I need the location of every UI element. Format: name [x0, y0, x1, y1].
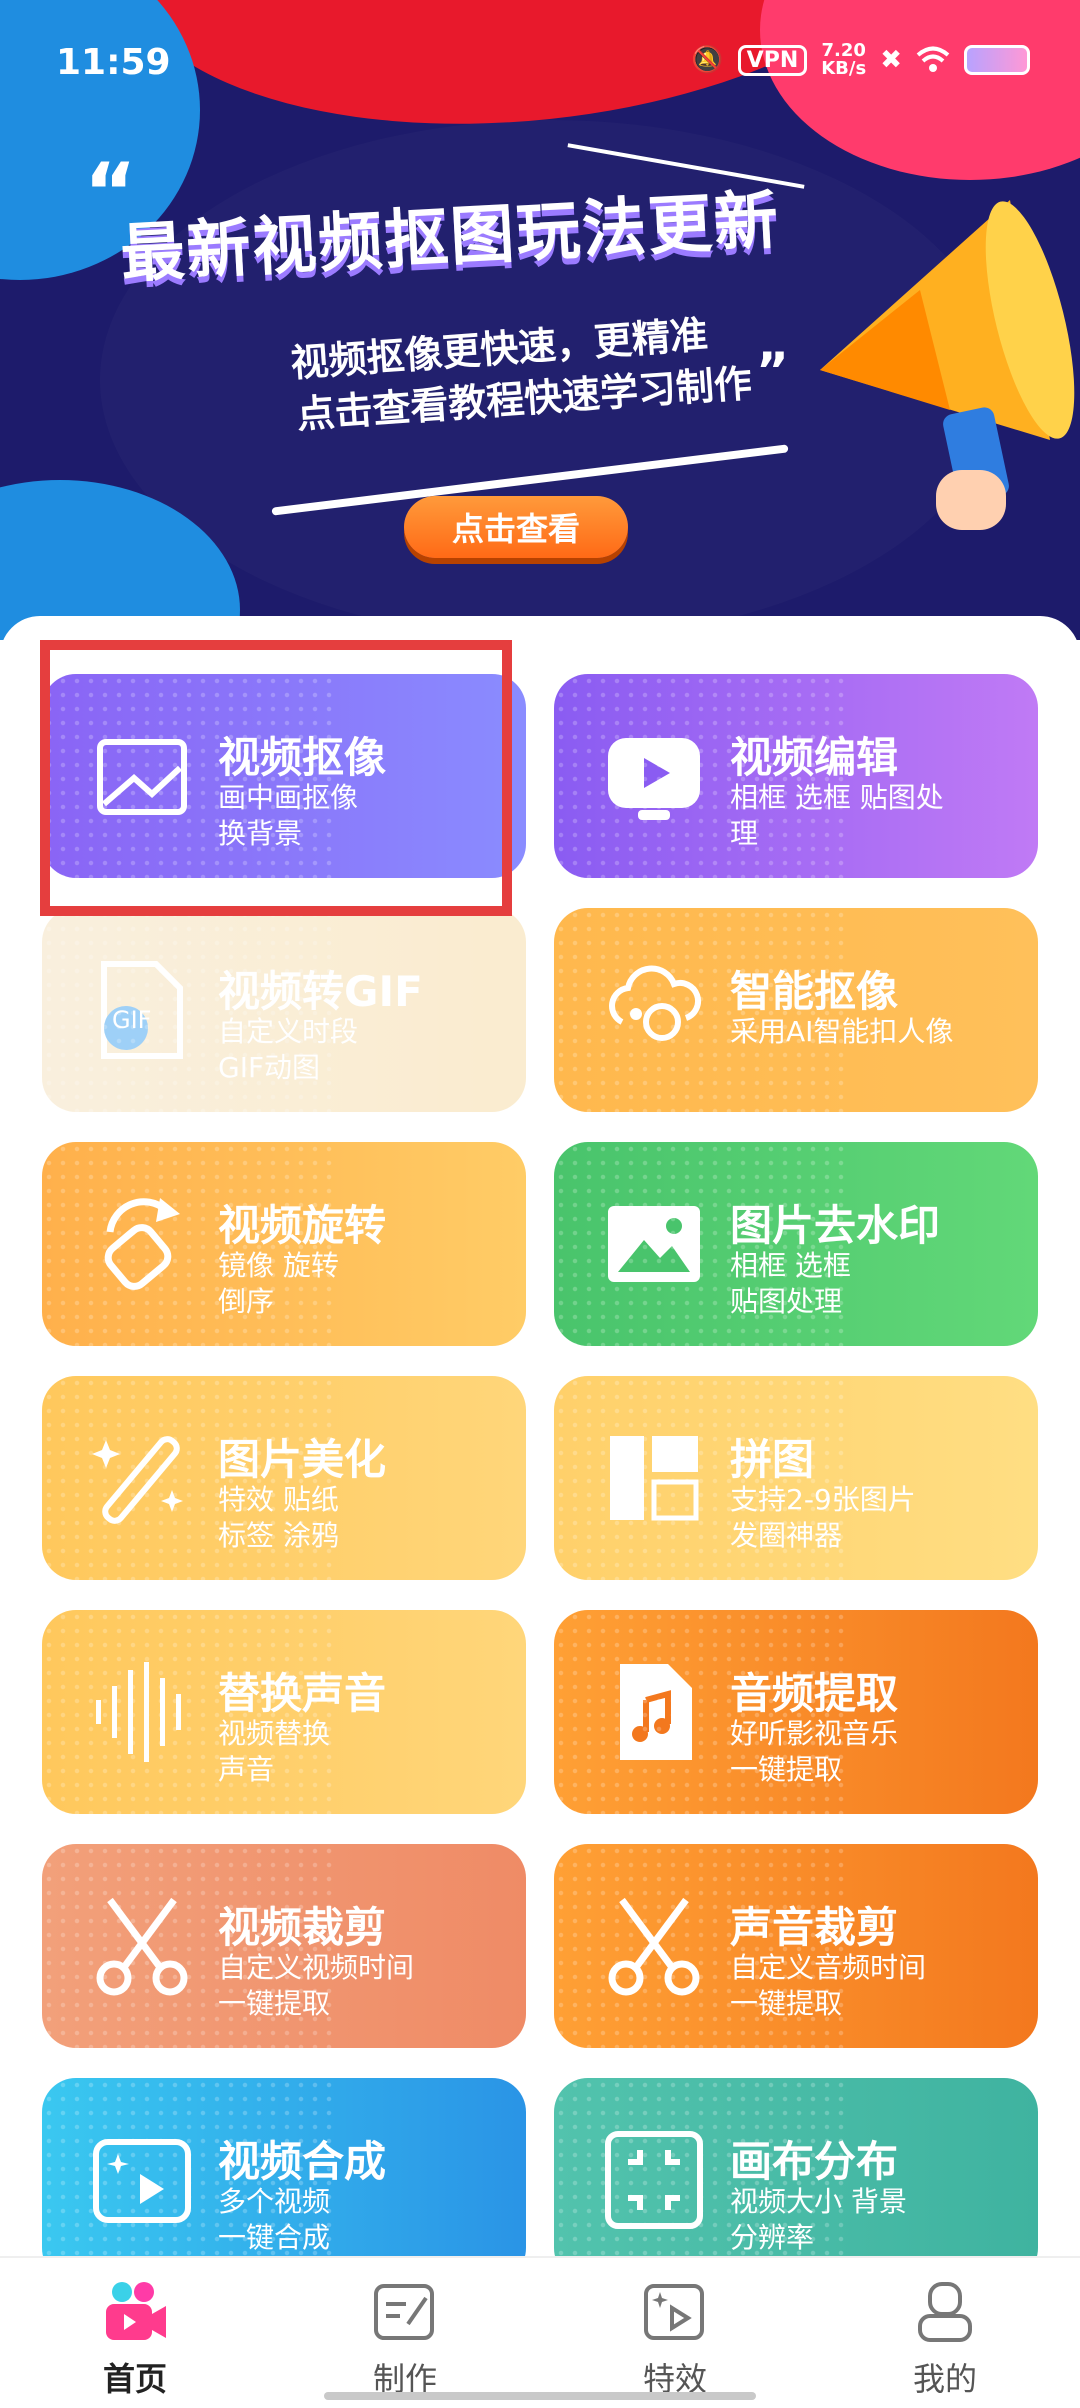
network-speed: 7.20 KB/s: [821, 42, 866, 78]
close-box-icon: ✖: [880, 45, 902, 75]
music-file-icon: [620, 1664, 692, 1760]
scissors-icon: [96, 1897, 188, 1996]
magic-wand-icon: [92, 1436, 183, 1524]
quote-mark-icon: ”: [756, 342, 789, 400]
feature-description: 好听影视音乐 一键提取: [730, 1717, 899, 1786]
feature-description: 镜像 旋转 倒序: [218, 1249, 339, 1318]
status-time: 11:59: [56, 42, 171, 83]
feature-description: 自定义视频时间 一键提取: [218, 1951, 415, 2020]
feature-title: 图片美化: [218, 1435, 387, 1484]
ai-portrait-icon: [609, 965, 701, 1041]
feature-description: 特效 贴纸 标签 涂鸦: [218, 1483, 339, 1552]
feature-description: 自定义音频时间 一键提取: [730, 1951, 927, 2020]
collage-icon: [610, 1436, 699, 1521]
rotate-icon: [104, 1198, 180, 1290]
canvas-frame-icon: [605, 2131, 703, 2229]
battery-icon: [964, 45, 1030, 75]
feature-video-to-gif[interactable]: GIF 视频转GIF 自定义时段 GIF动图: [42, 908, 526, 1112]
edit-icon: [374, 2284, 434, 2340]
bottom-navigation: 首页 制作 特效 我的: [0, 2256, 1080, 2408]
status-icons: 🔕 VPN 7.20 KB/s ✖: [691, 42, 1030, 78]
feature-video-rotate[interactable]: 视频旋转 镜像 旋转 倒序: [42, 1142, 526, 1346]
scissors-icon: [608, 1897, 700, 1996]
nav-create[interactable]: 制作: [270, 2258, 540, 2408]
speed-unit: KB/s: [821, 58, 867, 79]
feature-description: 相框 选框 贴图处理: [730, 781, 944, 850]
feature-description: 采用AI智能扣人像: [730, 1015, 954, 1048]
feature-title: 智能抠像: [730, 967, 899, 1016]
feature-ai-matting[interactable]: 智能抠像 采用AI智能扣人像: [554, 908, 1038, 1112]
picture-icon: [608, 1206, 700, 1282]
feature-title: 视频旋转: [218, 1201, 387, 1250]
promo-banner[interactable]: 11:59 🔕 VPN 7.20 KB/s ✖ “ 最新视频抠图玩法更新 视频抠…: [0, 0, 1080, 640]
feature-video-trim[interactable]: 视频裁剪 自定义视频时间 一键提取: [42, 1844, 526, 2048]
feature-title: 视频合成: [218, 2137, 387, 2186]
feature-description: 视频大小 背景 分辨率: [730, 2185, 907, 2254]
feature-title: 视频编辑: [730, 733, 899, 782]
video-merge-icon: [93, 2139, 191, 2223]
view-tutorial-button[interactable]: 点击查看: [404, 496, 628, 558]
feature-video-edit[interactable]: 视频编辑 相框 选框 贴图处理: [554, 674, 1038, 878]
feature-description: 支持2-9张图片 发圈神器: [730, 1483, 916, 1552]
feature-photo-beautify[interactable]: 图片美化 特效 贴纸 标签 涂鸦: [42, 1376, 526, 1580]
nav-home[interactable]: 首页: [0, 2258, 270, 2408]
feature-title: 音频提取: [730, 1669, 899, 1718]
feature-title: 视频转GIF: [218, 967, 423, 1016]
feature-title: 拼图: [730, 1435, 815, 1484]
video-play-icon: [608, 738, 700, 820]
gif-file-icon: GIF: [101, 961, 183, 1059]
nav-label: 首页: [102, 2360, 167, 2398]
feature-remove-watermark[interactable]: 图片去水印 相框 选框 贴图处理: [554, 1142, 1038, 1346]
feature-description: 自定义时段 GIF动图: [218, 1015, 359, 1084]
feature-description: 相框 选框 贴图处理: [730, 1249, 851, 1318]
wifi-icon: [916, 46, 950, 72]
home-camera-icon: [106, 2282, 166, 2340]
svg-text:GIF: GIF: [112, 1006, 151, 1034]
nav-profile[interactable]: 我的: [810, 2258, 1080, 2408]
feature-title: 视频裁剪: [218, 1903, 387, 1952]
feature-description: 视频替换 声音: [218, 1717, 331, 1786]
feature-video-merge[interactable]: 视频合成 多个视频 一键合成: [42, 2078, 526, 2282]
nav-effects[interactable]: 特效: [540, 2258, 810, 2408]
nav-label: 我的: [912, 2360, 977, 2398]
profile-icon: [918, 2282, 972, 2342]
feature-replace-audio[interactable]: 替换声音 视频替换 声音: [42, 1610, 526, 1814]
feature-title: 图片去水印: [730, 1201, 941, 1250]
effects-icon: [644, 2284, 704, 2340]
feature-description: 多个视频 一键合成: [218, 2185, 331, 2254]
status-bar: 11:59 🔕 VPN 7.20 KB/s ✖: [0, 0, 1080, 120]
feature-title: 画布分布: [730, 2137, 899, 2186]
selection-highlight: [40, 640, 512, 916]
feature-extract-audio[interactable]: 音频提取 好听影视音乐 一键提取: [554, 1610, 1038, 1814]
sound-wave-icon: [96, 1662, 181, 1762]
feature-audio-trim[interactable]: 声音裁剪 自定义音频时间 一键提取: [554, 1844, 1038, 2048]
feature-title: 声音裁剪: [730, 1903, 899, 1952]
megaphone-icon: [820, 200, 1075, 530]
feature-collage[interactable]: 拼图 支持2-9张图片 发圈神器: [554, 1376, 1038, 1580]
mute-icon: 🔕: [691, 45, 724, 75]
home-indicator: [324, 2392, 756, 2400]
feature-canvas-layout[interactable]: 画布分布 视频大小 背景 分辨率: [554, 2078, 1038, 2282]
feature-title: 替换声音: [218, 1669, 387, 1718]
vpn-badge: VPN: [737, 44, 808, 76]
